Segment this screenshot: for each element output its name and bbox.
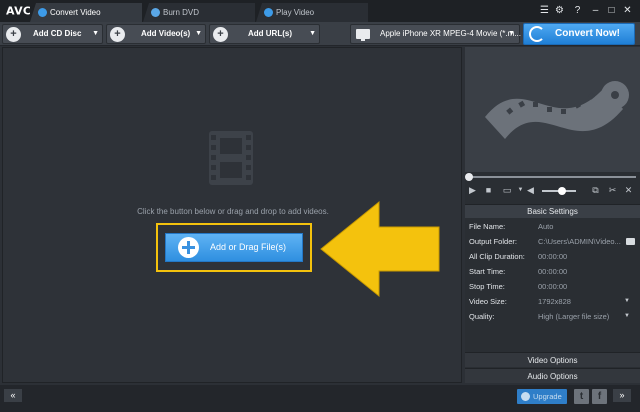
setting-start-time[interactable]: Start Time: 00:00:00 — [465, 264, 640, 279]
upgrade-label: Upgrade — [533, 392, 562, 401]
add-cd-label: Add CD Disc — [33, 29, 82, 38]
play-icon[interactable]: ▶ — [467, 185, 478, 196]
setting-value: 00:00:00 — [538, 252, 568, 261]
setting-value[interactable]: Auto — [538, 219, 553, 234]
twitter-icon[interactable]: t — [574, 389, 589, 404]
globe-plus-icon: + — [213, 27, 228, 42]
output-profile-select[interactable]: Apple iPhone XR MPEG-4 Movie (*.m... ▼ — [350, 24, 521, 44]
tab-convert-video[interactable]: Convert Video — [30, 3, 142, 22]
disc-icon — [151, 8, 160, 17]
right-panel: ▶ ■ ▭ ▼ ◀ ⧉ ✂ ✕ Basic Settings File Name… — [465, 47, 640, 383]
minimize-button[interactable]: – — [589, 4, 602, 17]
seek-handle[interactable] — [465, 173, 473, 181]
chevron-down-icon: ▼ — [508, 30, 515, 37]
setting-label: Quality: — [469, 312, 495, 321]
list-icon[interactable]: ☰ — [538, 4, 551, 17]
file-drop-area[interactable]: Click the button below or drag and drop … — [2, 47, 462, 383]
tab-label: Convert Video — [50, 8, 101, 17]
setting-file-name[interactable]: File Name: Auto — [465, 219, 640, 234]
film-strip-icon — [209, 131, 253, 185]
effects-icon[interactable]: ✕ — [623, 185, 634, 196]
seek-slider[interactable] — [465, 173, 640, 181]
setting-value[interactable]: 00:00:00 — [538, 279, 567, 294]
monitor-icon — [356, 29, 370, 41]
basic-settings-header[interactable]: Basic Settings — [465, 204, 640, 218]
tab-play-video[interactable]: Play Video — [256, 3, 368, 22]
player-controls: ▶ ■ ▭ ▼ ◀ ⧉ ✂ ✕ — [465, 184, 640, 198]
seek-track[interactable] — [468, 176, 636, 178]
convert-icon — [38, 8, 47, 17]
setting-label: Output Folder: — [469, 237, 517, 246]
help-icon[interactable]: ? — [571, 4, 584, 17]
setting-all-clip-duration: All Clip Duration: 00:00:00 — [465, 249, 640, 264]
collapse-button[interactable]: « — [4, 389, 22, 402]
chevron-down-icon[interactable]: ▼ — [624, 294, 630, 309]
crop-icon[interactable]: ✂ — [607, 185, 618, 196]
setting-label: All Clip Duration: — [469, 252, 525, 261]
play-icon — [264, 8, 273, 17]
setting-value[interactable]: 00:00:00 — [538, 264, 567, 279]
convert-label: Convert Now! — [555, 28, 620, 39]
screen-mode-icon[interactable]: ▭ — [499, 185, 515, 196]
facebook-icon[interactable]: f — [592, 389, 607, 404]
snapshot-icon[interactable]: ⧉ — [590, 185, 601, 196]
setting-value[interactable]: 1792x828 — [538, 294, 571, 309]
plus-circle-icon — [178, 237, 199, 258]
setting-video-size[interactable]: Video Size: 1792x828 ▼ — [465, 294, 640, 309]
profile-label: Apple iPhone XR MPEG-4 Movie (*.m... — [380, 29, 521, 38]
chevron-down-icon[interactable]: ▼ — [309, 25, 316, 43]
close-button[interactable]: ✕ — [621, 4, 634, 17]
toolbar: + Add CD Disc ▼ + Add Video(s) ▼ + Add U… — [0, 22, 640, 46]
tab-label: Play Video — [276, 8, 315, 17]
gear-icon[interactable]: ⚙ — [553, 4, 566, 17]
expand-button[interactable]: » — [613, 389, 631, 402]
setting-quality[interactable]: Quality: High (Larger file size) ▼ — [465, 309, 640, 324]
add-url-button[interactable]: + Add URL(s) ▼ — [209, 24, 320, 44]
yellow-arrow-icon — [320, 200, 440, 298]
setting-value[interactable]: C:\Users\ADMIN\Video... — [538, 234, 621, 249]
setting-label: Stop Time: — [469, 282, 505, 291]
add-files-label: Add or Drag File(s) — [210, 242, 287, 252]
add-url-label: Add URL(s) — [248, 29, 292, 38]
maximize-button[interactable]: □ — [605, 4, 618, 17]
setting-label: File Name: — [469, 222, 506, 231]
bottom-bar: « Upgrade t f » — [0, 385, 640, 412]
audio-options-bar[interactable]: Audio Options — [465, 368, 640, 383]
chevron-down-icon[interactable]: ▼ — [195, 25, 202, 43]
video-options-bar[interactable]: Video Options — [465, 352, 640, 367]
add-file-highlight-frame: Add or Drag File(s) — [156, 223, 312, 272]
volume-icon[interactable]: ◀ — [525, 185, 536, 196]
add-or-drag-files-button[interactable]: Add or Drag File(s) — [165, 233, 303, 262]
film-plus-icon: + — [110, 27, 125, 42]
add-videos-button[interactable]: + Add Video(s) ▼ — [106, 24, 206, 44]
upgrade-button[interactable]: Upgrade — [517, 389, 567, 404]
add-cd-disc-button[interactable]: + Add CD Disc ▼ — [2, 24, 103, 44]
refresh-icon — [529, 26, 545, 42]
tab-burn-dvd[interactable]: Burn DVD — [143, 3, 255, 22]
stop-icon[interactable]: ■ — [483, 185, 494, 196]
upgrade-icon — [521, 392, 530, 401]
convert-now-button[interactable]: Convert Now! — [523, 23, 635, 45]
film-reel-icon — [485, 81, 629, 139]
setting-label: Start Time: — [469, 267, 506, 276]
cd-plus-icon: + — [6, 27, 21, 42]
video-preview — [465, 47, 640, 172]
chevron-down-icon[interactable]: ▼ — [624, 309, 630, 324]
setting-stop-time[interactable]: Stop Time: 00:00:00 — [465, 279, 640, 294]
setting-label: Video Size: — [469, 297, 507, 306]
setting-output-folder[interactable]: Output Folder: C:\Users\ADMIN\Video... — [465, 234, 640, 249]
tab-label: Burn DVD — [163, 8, 200, 17]
volume-handle[interactable] — [558, 187, 567, 195]
title-bar: AVC® Convert Video Burn DVD Play Video ☰… — [0, 0, 640, 22]
chevron-down-icon[interactable]: ▼ — [92, 25, 99, 43]
add-videos-label: Add Video(s) — [141, 29, 191, 38]
folder-icon[interactable] — [626, 238, 635, 245]
setting-value[interactable]: High (Larger file size) — [538, 309, 609, 324]
